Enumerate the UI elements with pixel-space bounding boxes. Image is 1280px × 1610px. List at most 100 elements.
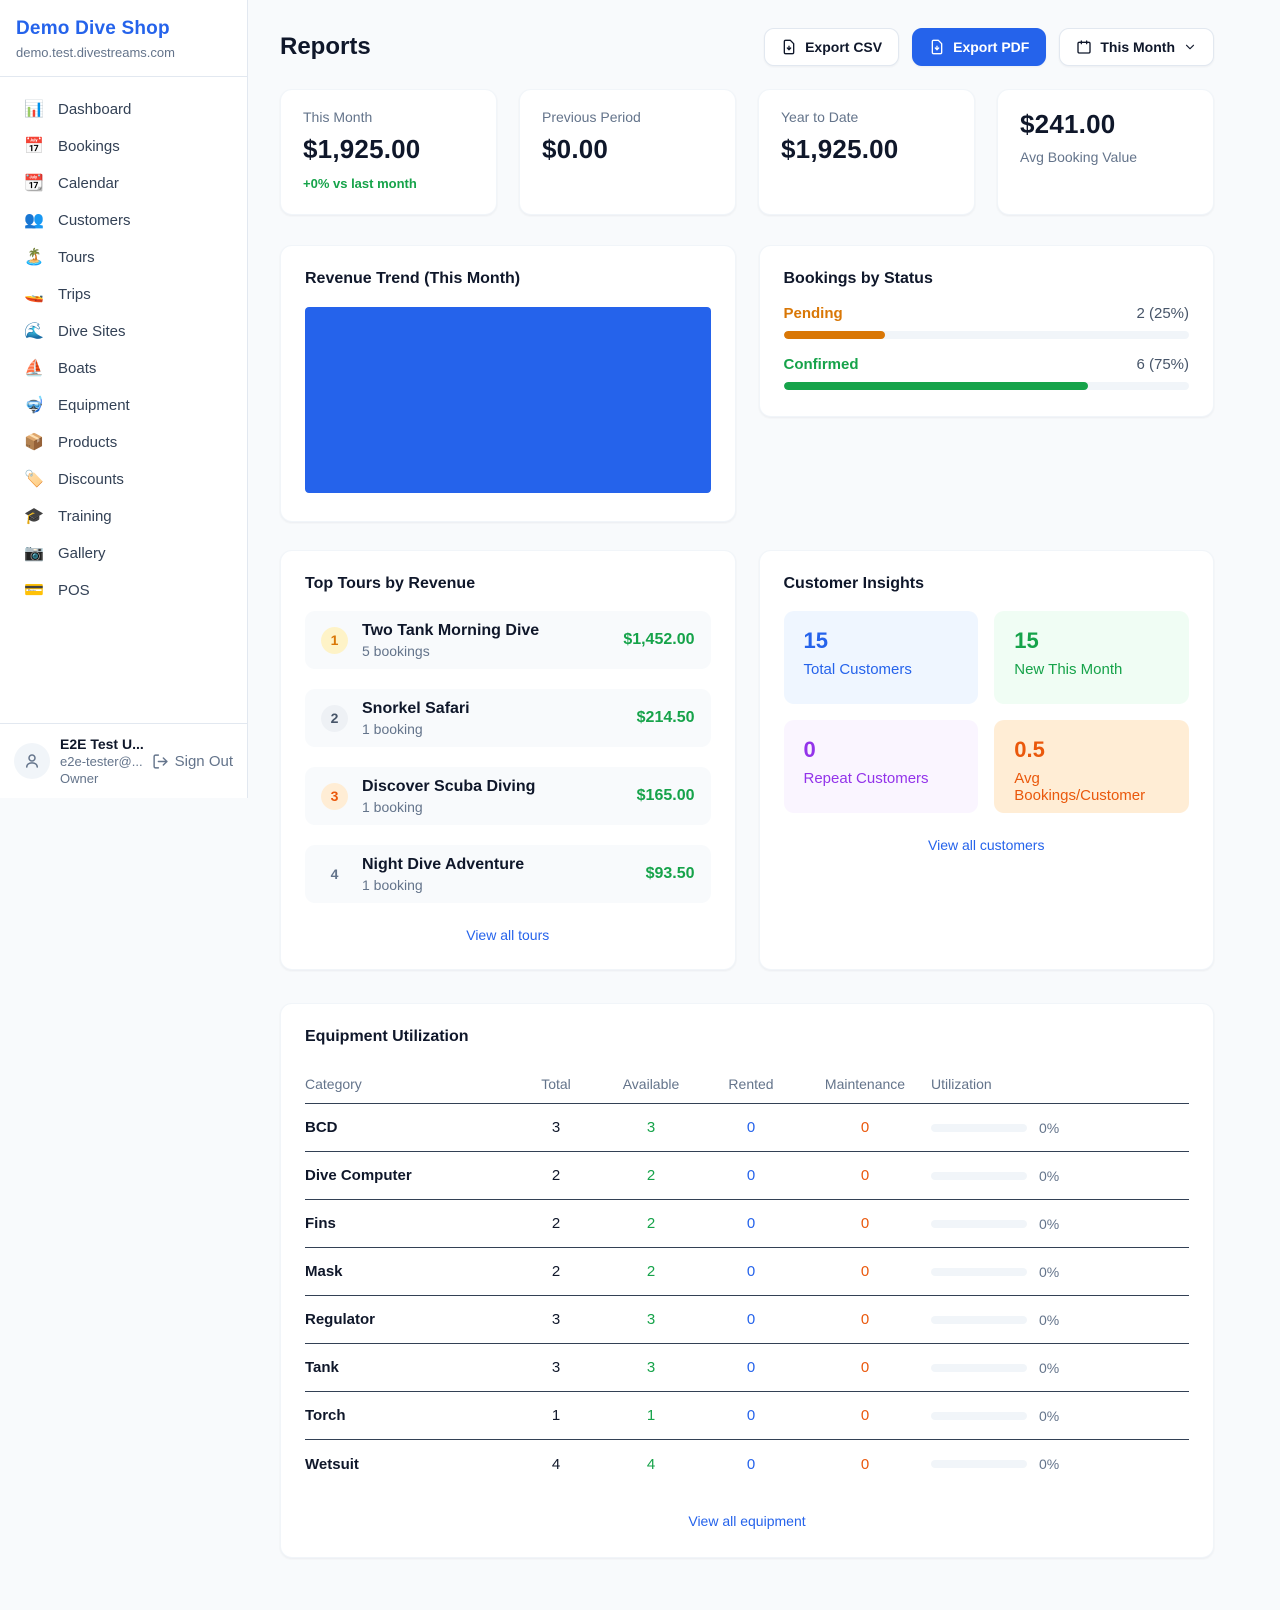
sidebar-item-training[interactable]: 🎓 Training [10,498,237,535]
calendar-icon: 📆 [24,176,44,192]
stat-card-this-month: This Month $1,925.00 +0% vs last month [280,89,497,215]
rented-cell: 0 [703,1311,799,1328]
total-cell: 3 [513,1311,599,1328]
tour-row: 2 Snorkel Safari 1 booking $214.50 [305,689,711,747]
person-icon [23,752,41,770]
rank-badge: 2 [321,705,348,732]
status-label: Confirmed [784,356,859,373]
sidebar-item-bookings[interactable]: 📅 Bookings [10,128,237,165]
tile-value: 0 [804,737,959,763]
sign-out-button[interactable]: Sign Out [152,753,233,770]
total-cell: 2 [513,1215,599,1232]
tour-amount: $214.50 [637,709,695,727]
revenue-trend-title: Revenue Trend (This Month) [305,270,711,288]
sidebar-item-dashboard[interactable]: 📊 Dashboard [10,91,237,128]
utilization-bar [931,1316,1027,1324]
tile-new-this-month: 15 New This Month [994,611,1189,704]
column-header: Category [305,1076,513,1092]
maintenance-cell: 0 [799,1311,931,1328]
sidebar-item-label: Customers [58,212,131,229]
utilization-bar [931,1172,1027,1180]
view-all-equipment-link[interactable]: View all equipment [305,1513,1189,1529]
sidebar-item-label: Training [58,508,112,525]
sidebar-item-calendar[interactable]: 📆 Calendar [10,165,237,202]
tour-name: Discover Scuba Diving [362,778,535,796]
stat-label: Avg Booking Value [1020,149,1191,165]
sidebar-item-label: Equipment [58,397,130,414]
camera-icon: 📷 [24,546,44,562]
progress-track [784,331,1190,339]
available-cell: 4 [599,1456,703,1473]
sidebar-item-discounts[interactable]: 🏷️ Discounts [10,461,237,498]
rented-cell: 0 [703,1456,799,1473]
rank-badge: 3 [321,783,348,810]
utilization-bar [931,1220,1027,1228]
tile-label: Avg Bookings/Customer [1014,770,1169,804]
total-cell: 3 [513,1119,599,1136]
tile-value: 0.5 [1014,737,1169,763]
customer-insights-card: Customer Insights 15 Total Customers 15 … [759,550,1215,970]
progress-fill [784,382,1088,390]
tile-total-customers: 15 Total Customers [784,611,979,704]
export-pdf-button[interactable]: Export PDF [912,28,1046,66]
sidebar-item-label: Dashboard [58,101,131,118]
sidebar-item-label: Boats [58,360,96,377]
sailboat-icon: ⛵ [24,361,44,377]
page-title: Reports [280,33,371,61]
reports-page: Demo Dive Shop demo.test.divestreams.com… [0,0,1280,1610]
equipment-utilization-title: Equipment Utilization [305,1028,1189,1046]
brand: Demo Dive Shop demo.test.divestreams.com [0,0,247,77]
export-csv-button[interactable]: Export CSV [764,28,899,66]
rented-cell: 0 [703,1215,799,1232]
category-cell: Wetsuit [305,1456,513,1473]
sidebar-item-pos[interactable]: 💳 POS [10,572,237,609]
table-row: BCD 3 3 0 0 0% [305,1104,1189,1152]
total-cell: 3 [513,1359,599,1376]
period-selector[interactable]: This Month [1059,28,1214,66]
logout-icon [152,753,169,770]
sidebar-item-products[interactable]: 📦 Products [10,424,237,461]
available-cell: 2 [599,1263,703,1280]
sidebar-item-equipment[interactable]: 🤿 Equipment [10,387,237,424]
sidebar-item-customers[interactable]: 👥 Customers [10,202,237,239]
credit-card-icon: 💳 [24,583,44,599]
rented-cell: 0 [703,1119,799,1136]
tile-label: Total Customers [804,661,959,678]
sidebar-item-label: Dive Sites [58,323,126,340]
main-content: Reports Export CSV Export PDF This Month [280,0,1214,1558]
sidebar-nav: 📊 Dashboard 📅 Bookings 📆 Calendar 👥 Cust… [0,77,247,623]
available-cell: 2 [599,1167,703,1184]
stat-card-previous-period: Previous Period $0.00 [519,89,736,215]
total-cell: 4 [513,1456,599,1473]
progress-fill [784,331,885,339]
sidebar-item-tours[interactable]: 🏝️ Tours [10,239,237,276]
sidebar-item-dive-sites[interactable]: 🌊 Dive Sites [10,313,237,350]
column-header: Available [599,1076,703,1092]
calendar-date-icon: 📅 [24,139,44,155]
tile-repeat-customers: 0 Repeat Customers [784,720,979,813]
sidebar-item-label: Discounts [58,471,124,488]
maintenance-cell: 0 [799,1119,931,1136]
top-tours-card: Top Tours by Revenue 1 Two Tank Morning … [280,550,736,970]
available-cell: 3 [599,1359,703,1376]
rented-cell: 0 [703,1167,799,1184]
table-row: Tank 3 3 0 0 0% [305,1344,1189,1392]
file-icon [781,39,797,55]
utilization-percent: 0% [1039,1264,1059,1280]
view-all-customers-link[interactable]: View all customers [784,837,1190,853]
utilization-percent: 0% [1039,1120,1059,1136]
status-label: Pending [784,305,843,322]
stat-value: $241.00 [1020,109,1191,140]
sidebar-item-gallery[interactable]: 📷 Gallery [10,535,237,572]
available-cell: 1 [599,1407,703,1424]
tour-bookings: 1 booking [362,721,470,737]
view-all-tours-link[interactable]: View all tours [305,927,711,943]
wave-icon: 🌊 [24,324,44,340]
sidebar-item-label: Trips [58,286,91,303]
utilization-cell: 0% [931,1168,1189,1184]
sidebar-item-boats[interactable]: ⛵ Boats [10,350,237,387]
stat-card-year-to-date: Year to Date $1,925.00 [758,89,975,215]
tile-value: 15 [804,628,959,654]
revenue-trend-card: Revenue Trend (This Month) [280,245,736,522]
sidebar-item-trips[interactable]: 🚤 Trips [10,276,237,313]
